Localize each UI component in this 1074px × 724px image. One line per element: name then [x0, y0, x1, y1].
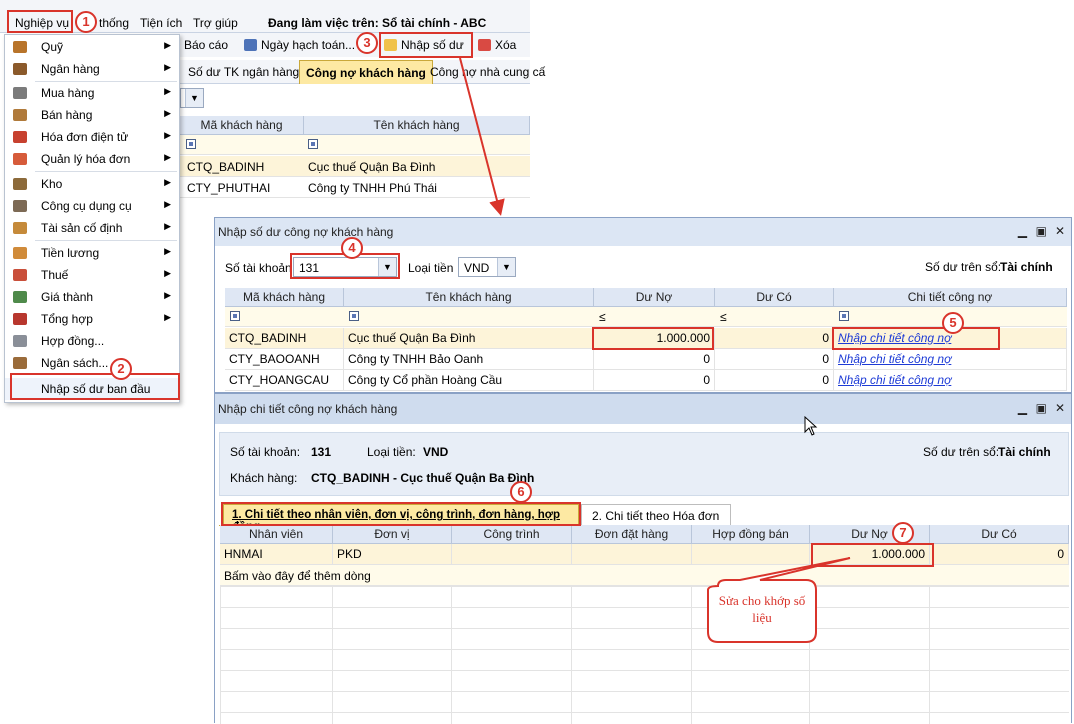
callout-4: 4: [341, 237, 363, 259]
note-text: Sửa cho khớp số liệu: [718, 593, 806, 625]
note-bubble: Sửa cho khớp số liệu: [712, 592, 812, 626]
callout-6: 6: [510, 481, 532, 503]
callout-3: 3: [356, 32, 378, 54]
callout-1: 1: [75, 11, 97, 33]
annotation-arrows: [459, 57, 505, 216]
callout-7: 7: [892, 522, 914, 544]
callout-2: 2: [110, 358, 132, 380]
callout-5: 5: [942, 312, 964, 334]
